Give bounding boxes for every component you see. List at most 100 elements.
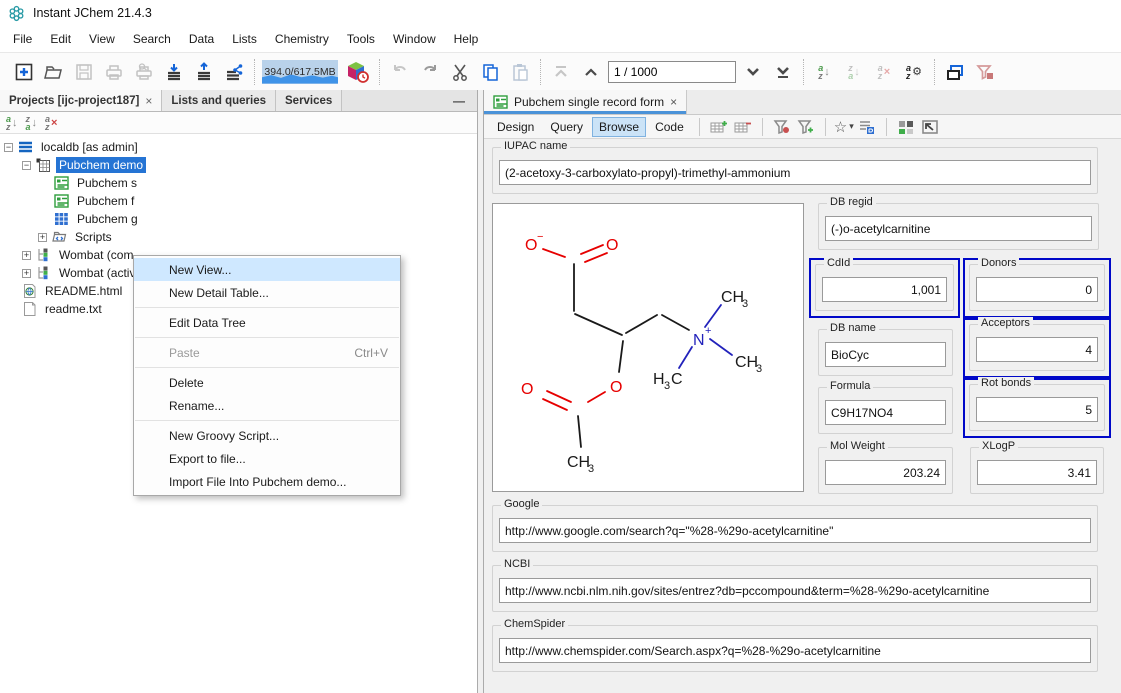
tab-query[interactable]: Query: [543, 117, 590, 137]
export-button[interactable]: [191, 59, 217, 85]
menu-item-new-detail-table[interactable]: New Detail Table...: [134, 281, 400, 304]
menu-item-new-groovy-script[interactable]: New Groovy Script...: [134, 424, 400, 447]
save-button[interactable]: [71, 59, 97, 85]
memory-indicator[interactable]: 394.0/617.5MB: [262, 60, 338, 84]
menu-help[interactable]: Help: [445, 28, 488, 50]
donors-selected-widget: Donors: [963, 258, 1111, 318]
chemspider-url-input[interactable]: [499, 638, 1091, 663]
record-position-input[interactable]: [608, 61, 736, 83]
paste-button[interactable]: [507, 59, 533, 85]
menu-item-paste[interactable]: Paste Ctrl+V: [134, 341, 400, 364]
tree-item-pubchem-demo[interactable]: − Pubchem demo: [22, 156, 146, 174]
share-export-button[interactable]: [221, 59, 247, 85]
menu-file[interactable]: File: [4, 28, 41, 50]
tab-services[interactable]: Services: [276, 90, 342, 111]
menu-window[interactable]: Window: [384, 28, 445, 50]
tree-sort-ascending-button[interactable]: az↓: [6, 115, 18, 131]
iupac-name-input[interactable]: [499, 160, 1091, 185]
field-list-button[interactable]: [856, 117, 878, 137]
filter-button[interactable]: [972, 59, 998, 85]
tree-clear-sort-button[interactable]: az×: [45, 115, 57, 131]
tree-sort-descending-button[interactable]: za↓: [26, 115, 38, 131]
open-project-button[interactable]: [41, 59, 67, 85]
print-button[interactable]: [101, 59, 127, 85]
menu-item-delete[interactable]: Delete: [134, 371, 400, 394]
tree-item-localdb[interactable]: − localdb [as admin]: [4, 138, 141, 156]
previous-record-button[interactable]: [578, 59, 604, 85]
expand-icon[interactable]: +: [22, 269, 31, 278]
xlogp-input[interactable]: [977, 460, 1097, 485]
rot-bonds-input[interactable]: [976, 397, 1098, 422]
formula-input[interactable]: [825, 400, 946, 425]
menu-item-edit-data-tree[interactable]: Edit Data Tree: [134, 311, 400, 334]
print-preview-button[interactable]: [131, 59, 157, 85]
tree-item-wombat-activities[interactable]: + Wombat (activ: [22, 264, 138, 282]
menu-edit[interactable]: Edit: [41, 28, 80, 50]
close-icon[interactable]: ×: [145, 94, 152, 108]
cut-button[interactable]: [447, 59, 473, 85]
expand-icon[interactable]: +: [38, 233, 47, 242]
widgets-layout-button[interactable]: [895, 117, 917, 137]
sort-descending-button[interactable]: za↓: [841, 59, 867, 85]
menu-item-export-to-file[interactable]: Export to file...: [134, 447, 400, 470]
tree-item-wombat-compounds[interactable]: + Wombat (com: [22, 246, 136, 264]
cdid-input[interactable]: [822, 277, 947, 302]
tab-browse[interactable]: Browse: [592, 117, 646, 137]
donors-input[interactable]: [976, 277, 1098, 302]
menu-tools[interactable]: Tools: [338, 28, 384, 50]
tree-item-pubchem-form-1[interactable]: Pubchem s: [54, 174, 140, 192]
advanced-sort-button[interactable]: az⚙: [901, 59, 927, 85]
menu-item-import-file[interactable]: Import File Into Pubchem demo...: [134, 470, 400, 493]
collapse-icon[interactable]: −: [22, 161, 31, 170]
favorites-button[interactable]: ☆ ▾: [834, 118, 854, 136]
menu-view[interactable]: View: [80, 28, 124, 50]
menu-item-new-view[interactable]: New View...: [134, 258, 400, 281]
field-label: Acceptors: [978, 317, 1033, 329]
remove-detail-table-button[interactable]: [732, 117, 754, 137]
new-button[interactable]: [11, 59, 37, 85]
tab-design[interactable]: Design: [490, 117, 541, 137]
db-name-input[interactable]: [825, 342, 946, 367]
structure-field[interactable]: O − O N + CH 3 CH 3 H 3 C O O CH: [492, 203, 804, 492]
tab-projects[interactable]: Projects [ijc-project187] ×: [0, 90, 162, 111]
ncbi-url-input[interactable]: [499, 578, 1091, 603]
menu-chemistry[interactable]: Chemistry: [266, 28, 338, 50]
expand-icon[interactable]: +: [22, 251, 31, 260]
redo-button[interactable]: [417, 59, 443, 85]
add-filter-button[interactable]: [795, 117, 817, 137]
tree-item-readme-html[interactable]: README.html: [22, 282, 125, 300]
tab-pubchem-single-record-form[interactable]: Pubchem single record form ×: [484, 90, 687, 114]
db-regid-input[interactable]: [825, 216, 1092, 241]
menu-data[interactable]: Data: [180, 28, 223, 50]
close-icon[interactable]: ×: [670, 95, 677, 109]
sort-ascending-button[interactable]: az↓: [811, 59, 837, 85]
restore-window-button[interactable]: [942, 59, 968, 85]
mol-weight-input[interactable]: [825, 460, 946, 485]
collapse-icon[interactable]: −: [4, 143, 13, 152]
copy-button[interactable]: [477, 59, 503, 85]
import-button[interactable]: [161, 59, 187, 85]
jchem-tasks-icon[interactable]: [342, 59, 372, 85]
tab-lists-and-queries[interactable]: Lists and queries: [162, 90, 276, 111]
first-record-button[interactable]: [548, 59, 574, 85]
google-url-input[interactable]: [499, 518, 1091, 543]
tree-item-pubchem-grid[interactable]: Pubchem g: [54, 210, 141, 228]
tree-item-scripts[interactable]: + Scripts: [38, 228, 115, 246]
tree-item-pubchem-form-2[interactable]: Pubchem f: [54, 192, 137, 210]
resize-widget-button[interactable]: [919, 117, 941, 137]
molecule-structure-image: O − O N + CH 3 CH 3 H 3 C O O CH: [493, 204, 803, 491]
menu-item-rename[interactable]: Rename...: [134, 394, 400, 417]
menu-search[interactable]: Search: [124, 28, 180, 50]
add-detail-table-button[interactable]: [708, 117, 730, 137]
minimize-panel-button[interactable]: —: [441, 90, 477, 111]
acceptors-input[interactable]: [976, 337, 1098, 362]
charge-plus: +: [705, 325, 711, 337]
tab-code[interactable]: Code: [648, 117, 691, 137]
next-record-button[interactable]: [740, 59, 766, 85]
clear-sort-button[interactable]: az×: [871, 59, 897, 85]
menu-lists[interactable]: Lists: [223, 28, 266, 50]
last-record-button[interactable]: [770, 59, 796, 85]
undo-button[interactable]: [387, 59, 413, 85]
filter-results-button[interactable]: [771, 117, 793, 137]
tree-item-readme-txt[interactable]: readme.txt: [22, 300, 105, 318]
